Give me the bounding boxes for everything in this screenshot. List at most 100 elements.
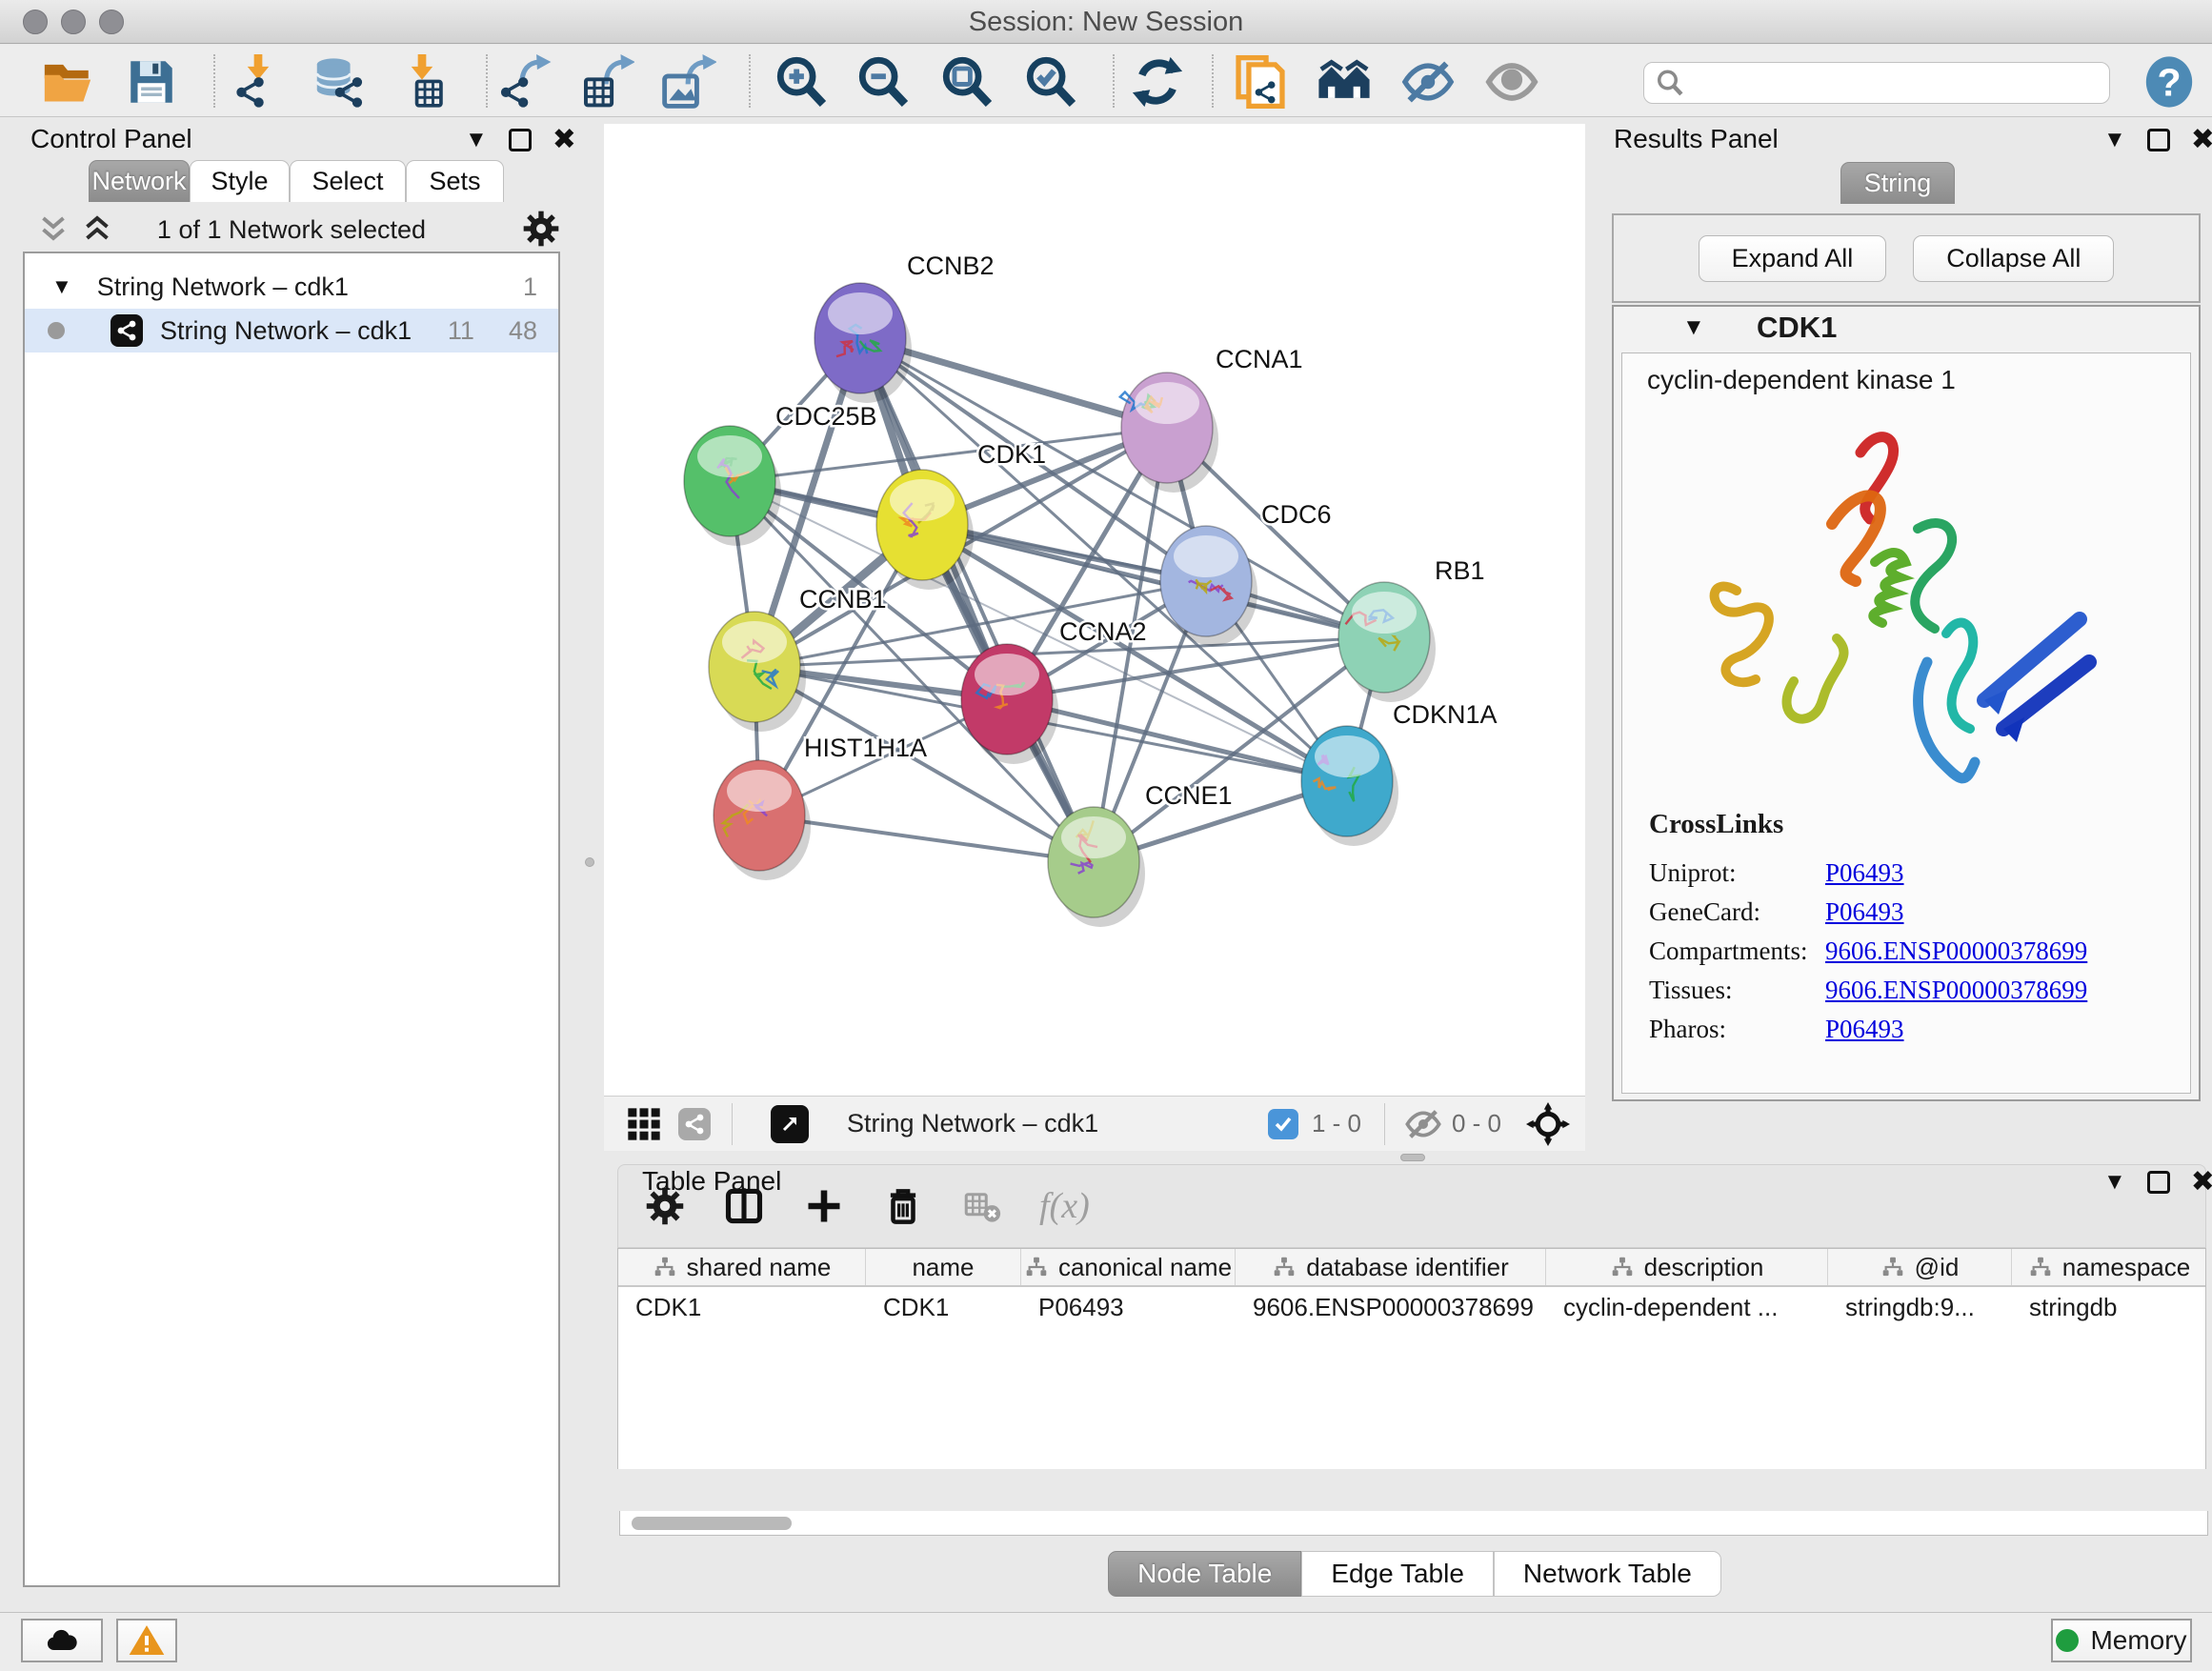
table-horizontal-scrollbar[interactable] [619, 1511, 2208, 1536]
memory-button[interactable]: Memory [2051, 1619, 2192, 1662]
network-node[interactable] [814, 283, 912, 403]
tab-network-table[interactable]: Network Table [1494, 1551, 1721, 1597]
tab-edge-table[interactable]: Edge Table [1301, 1551, 1494, 1597]
help-icon[interactable]: ? [2140, 52, 2199, 111]
table-row[interactable]: CDK1CDK1P064939606.ENSP00000378699cyclin… [618, 1287, 2205, 1327]
crosslink-link[interactable]: P06493 [1825, 897, 1904, 927]
column-header[interactable]: name [866, 1249, 1021, 1285]
vertical-splitter-handle[interactable] [585, 857, 594, 867]
collection-disclosure-icon[interactable]: ▼ [51, 274, 72, 299]
network-node[interactable] [1048, 807, 1145, 927]
open-session-icon[interactable] [38, 52, 97, 111]
import-network-database-icon[interactable] [309, 52, 368, 111]
warning-status-button[interactable] [116, 1619, 177, 1662]
column-header[interactable]: database identifier [1236, 1249, 1546, 1285]
panel-close-icon[interactable]: ✖ [2191, 1168, 2212, 1197]
column-header[interactable]: shared name [618, 1249, 866, 1285]
export-image-icon[interactable] [659, 52, 718, 111]
network-edge[interactable] [860, 338, 1094, 862]
table-cell[interactable]: P06493 [1021, 1287, 1236, 1327]
open-in-new-window-icon[interactable] [771, 1105, 809, 1143]
search-input[interactable] [1684, 68, 2084, 99]
toolbar-separator [486, 54, 488, 108]
save-session-icon[interactable] [122, 52, 181, 111]
table-cell[interactable]: 9606.ENSP00000378699 [1236, 1287, 1546, 1327]
panel-menu-icon[interactable]: ▼ [2103, 127, 2126, 153]
column-header[interactable]: @id [1828, 1249, 2012, 1285]
string-panel-toggle-icon[interactable] [678, 1108, 711, 1140]
expand-all-button[interactable]: Expand All [1699, 235, 1887, 282]
selected-checkbox-icon[interactable] [1268, 1109, 1298, 1139]
panel-menu-icon[interactable]: ▼ [465, 127, 488, 153]
table-panel: Table Panel ▼ ✖ f(x) shared namenamecano… [617, 1164, 2212, 1612]
network-node[interactable] [1160, 526, 1257, 646]
column-header[interactable]: canonical name [1021, 1249, 1236, 1285]
network-node[interactable] [876, 470, 974, 590]
export-network-icon[interactable] [495, 52, 554, 111]
network-node[interactable] [1120, 372, 1218, 493]
column-header[interactable]: namespace [2012, 1249, 2206, 1285]
tab-string-results[interactable]: String [1840, 162, 1955, 204]
main-toolbar: ? [0, 45, 2212, 117]
crosslink-link[interactable]: 9606.ENSP00000378699 [1825, 976, 2087, 1005]
show-all-icon[interactable] [1482, 52, 1541, 111]
panel-close-icon[interactable]: ✖ [2191, 126, 2212, 154]
network-node[interactable] [961, 644, 1058, 764]
tab-network[interactable]: Network [89, 160, 190, 202]
cloud-status-button[interactable] [21, 1619, 103, 1662]
toolbar-separator [749, 54, 751, 108]
crosslink-link[interactable]: P06493 [1825, 1015, 1904, 1044]
crosslink-label: Pharos: [1649, 1015, 1825, 1044]
zoom-fit-icon[interactable] [937, 52, 996, 111]
import-table-file-icon[interactable] [392, 52, 452, 111]
hide-selected-icon[interactable] [1398, 52, 1458, 111]
import-network-file-icon[interactable] [229, 52, 288, 111]
panel-menu-icon[interactable]: ▼ [2103, 1169, 2126, 1196]
panel-float-icon[interactable] [509, 129, 532, 151]
network-options-gear-icon[interactable] [522, 210, 560, 248]
crosslinks-heading: CrossLinks [1649, 809, 1783, 840]
network-node[interactable] [709, 612, 806, 732]
export-table-icon[interactable] [577, 52, 636, 111]
fit-content-crosshair-icon[interactable] [1526, 1102, 1570, 1146]
tab-select[interactable]: Select [290, 160, 406, 202]
network-collection-row[interactable]: ▼ String Network – cdk1 1 [25, 265, 558, 309]
tab-style[interactable]: Style [190, 160, 290, 202]
network-node[interactable] [684, 426, 781, 546]
panel-close-icon[interactable]: ✖ [553, 126, 576, 154]
network-node[interactable] [1338, 582, 1436, 702]
panel-float-icon[interactable] [2147, 1171, 2170, 1194]
network-canvas[interactable]: CCNB2CCNA1CDC25BCDK1CDC6RB1CCNB1CCNA2CDK… [604, 124, 1585, 1096]
column-header[interactable]: description [1546, 1249, 1828, 1285]
gene-disclosure-icon[interactable]: ▼ [1682, 314, 1705, 341]
table-cell[interactable]: CDK1 [866, 1287, 1021, 1327]
zoom-in-icon[interactable] [772, 52, 831, 111]
birds-eye-view-icon[interactable] [625, 1105, 663, 1143]
table-cell[interactable]: CDK1 [618, 1287, 866, 1327]
delete-column-trash-icon[interactable] [883, 1186, 923, 1226]
panel-float-icon[interactable] [2147, 129, 2170, 151]
table-cell[interactable]: stringdb:9... [1828, 1287, 2012, 1327]
crosslink-link[interactable]: P06493 [1825, 858, 1904, 888]
crosslink-link[interactable]: 9606.ENSP00000378699 [1825, 936, 2087, 966]
first-neighbors-icon[interactable] [1315, 52, 1374, 111]
zoom-out-icon[interactable] [854, 52, 913, 111]
node-label: HIST1H1A [804, 734, 927, 762]
horizontal-splitter-handle[interactable] [1400, 1154, 1425, 1161]
crosslink-row: Tissues:9606.ENSP00000378699 [1649, 976, 2192, 1005]
scrollbar-thumb[interactable] [632, 1517, 792, 1530]
network-node[interactable] [1301, 726, 1398, 846]
collapse-all-button[interactable]: Collapse All [1913, 235, 2114, 282]
network-selection-status: 1 of 1 Network selected [10, 215, 573, 245]
crosslink-row: Uniprot:P06493 [1649, 858, 2192, 888]
refresh-view-icon[interactable] [1128, 52, 1187, 111]
table-cell[interactable]: stringdb [2012, 1287, 2206, 1327]
network-row[interactable]: String Network – cdk1 11 48 [25, 309, 558, 352]
tab-sets[interactable]: Sets [406, 160, 504, 202]
network-node[interactable] [714, 760, 811, 880]
zoom-selected-icon[interactable] [1021, 52, 1080, 111]
table-cell[interactable]: cyclin-dependent ... [1546, 1287, 1828, 1327]
tab-node-table[interactable]: Node Table [1108, 1551, 1301, 1597]
create-column-plus-icon[interactable] [803, 1185, 845, 1227]
clone-network-icon[interactable] [1231, 52, 1290, 111]
